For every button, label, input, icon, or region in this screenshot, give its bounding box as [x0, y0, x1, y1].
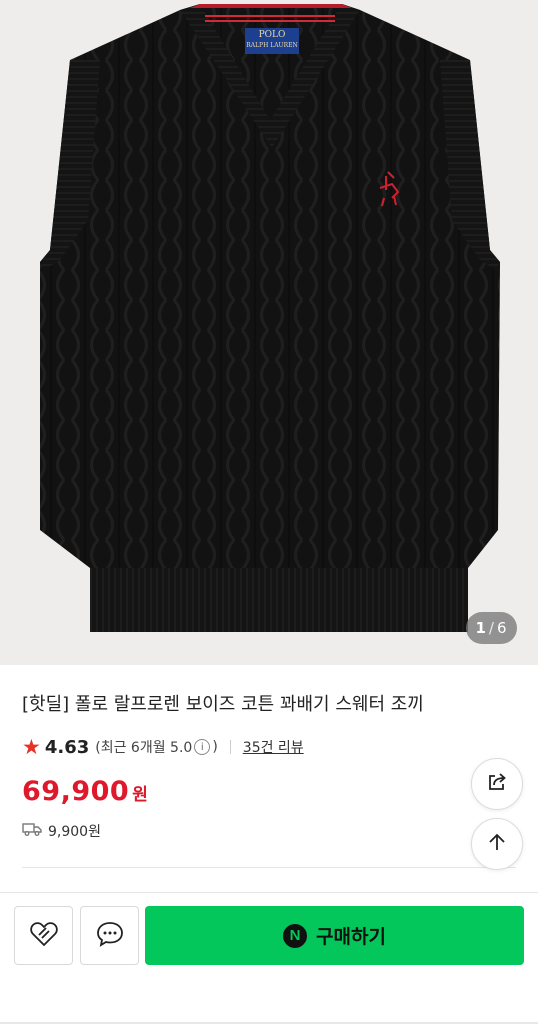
- label-brand-bottom: RALPH LAUREN: [246, 42, 298, 49]
- section-divider: [22, 867, 516, 868]
- image-counter-total: 6: [496, 619, 508, 637]
- price-row: 69,900 원: [22, 776, 148, 807]
- vest-illustration: [40, 4, 500, 632]
- reviews-link[interactable]: 35건 리뷰: [243, 737, 304, 757]
- product-title: [핫딜] 폴로 랄프로렌 보이즈 코튼 꽈배기 스웨터 조끼: [22, 694, 424, 715]
- price-amount: 69,900: [22, 776, 130, 807]
- info-icon[interactable]: i: [194, 739, 211, 755]
- share-button[interactable]: [471, 758, 523, 810]
- scroll-top-button[interactable]: [471, 818, 523, 870]
- image-counter: 1 / 6: [466, 612, 517, 644]
- share-icon: [485, 770, 509, 798]
- recent-rating-close: ): [212, 739, 218, 755]
- zzim-button[interactable]: [14, 906, 73, 965]
- buy-button-label: 구매하기: [316, 926, 386, 948]
- rating-row: ★ 4.63 (최근 6개월 5.0 i ) 35건 리뷰: [22, 734, 304, 760]
- price-unit: 원: [132, 785, 148, 805]
- truck-icon: [22, 821, 48, 841]
- image-counter-separator: /: [488, 619, 495, 637]
- shipping-fee: 9,900원: [48, 824, 101, 840]
- buy-button[interactable]: N 구매하기: [145, 906, 524, 965]
- chat-icon: [95, 920, 125, 952]
- image-counter-current: 1: [475, 619, 487, 637]
- label-brand-top: POLO: [258, 30, 286, 40]
- arrow-up-icon: [486, 831, 508, 857]
- heart-link-icon: [28, 920, 60, 952]
- product-image[interactable]: POLO RALPH LAUREN 1 / 6: [0, 0, 538, 665]
- rating-divider: [229, 740, 231, 754]
- shipping-row: 9,900원: [22, 821, 101, 841]
- recent-rating-open: (최근 6개월 5.0: [95, 740, 193, 756]
- star-icon: ★: [22, 734, 41, 759]
- npay-icon: N: [283, 923, 308, 948]
- talk-button[interactable]: [80, 906, 139, 965]
- bottom-bar-divider: [0, 892, 538, 893]
- rating-score: 4.63: [44, 736, 90, 758]
